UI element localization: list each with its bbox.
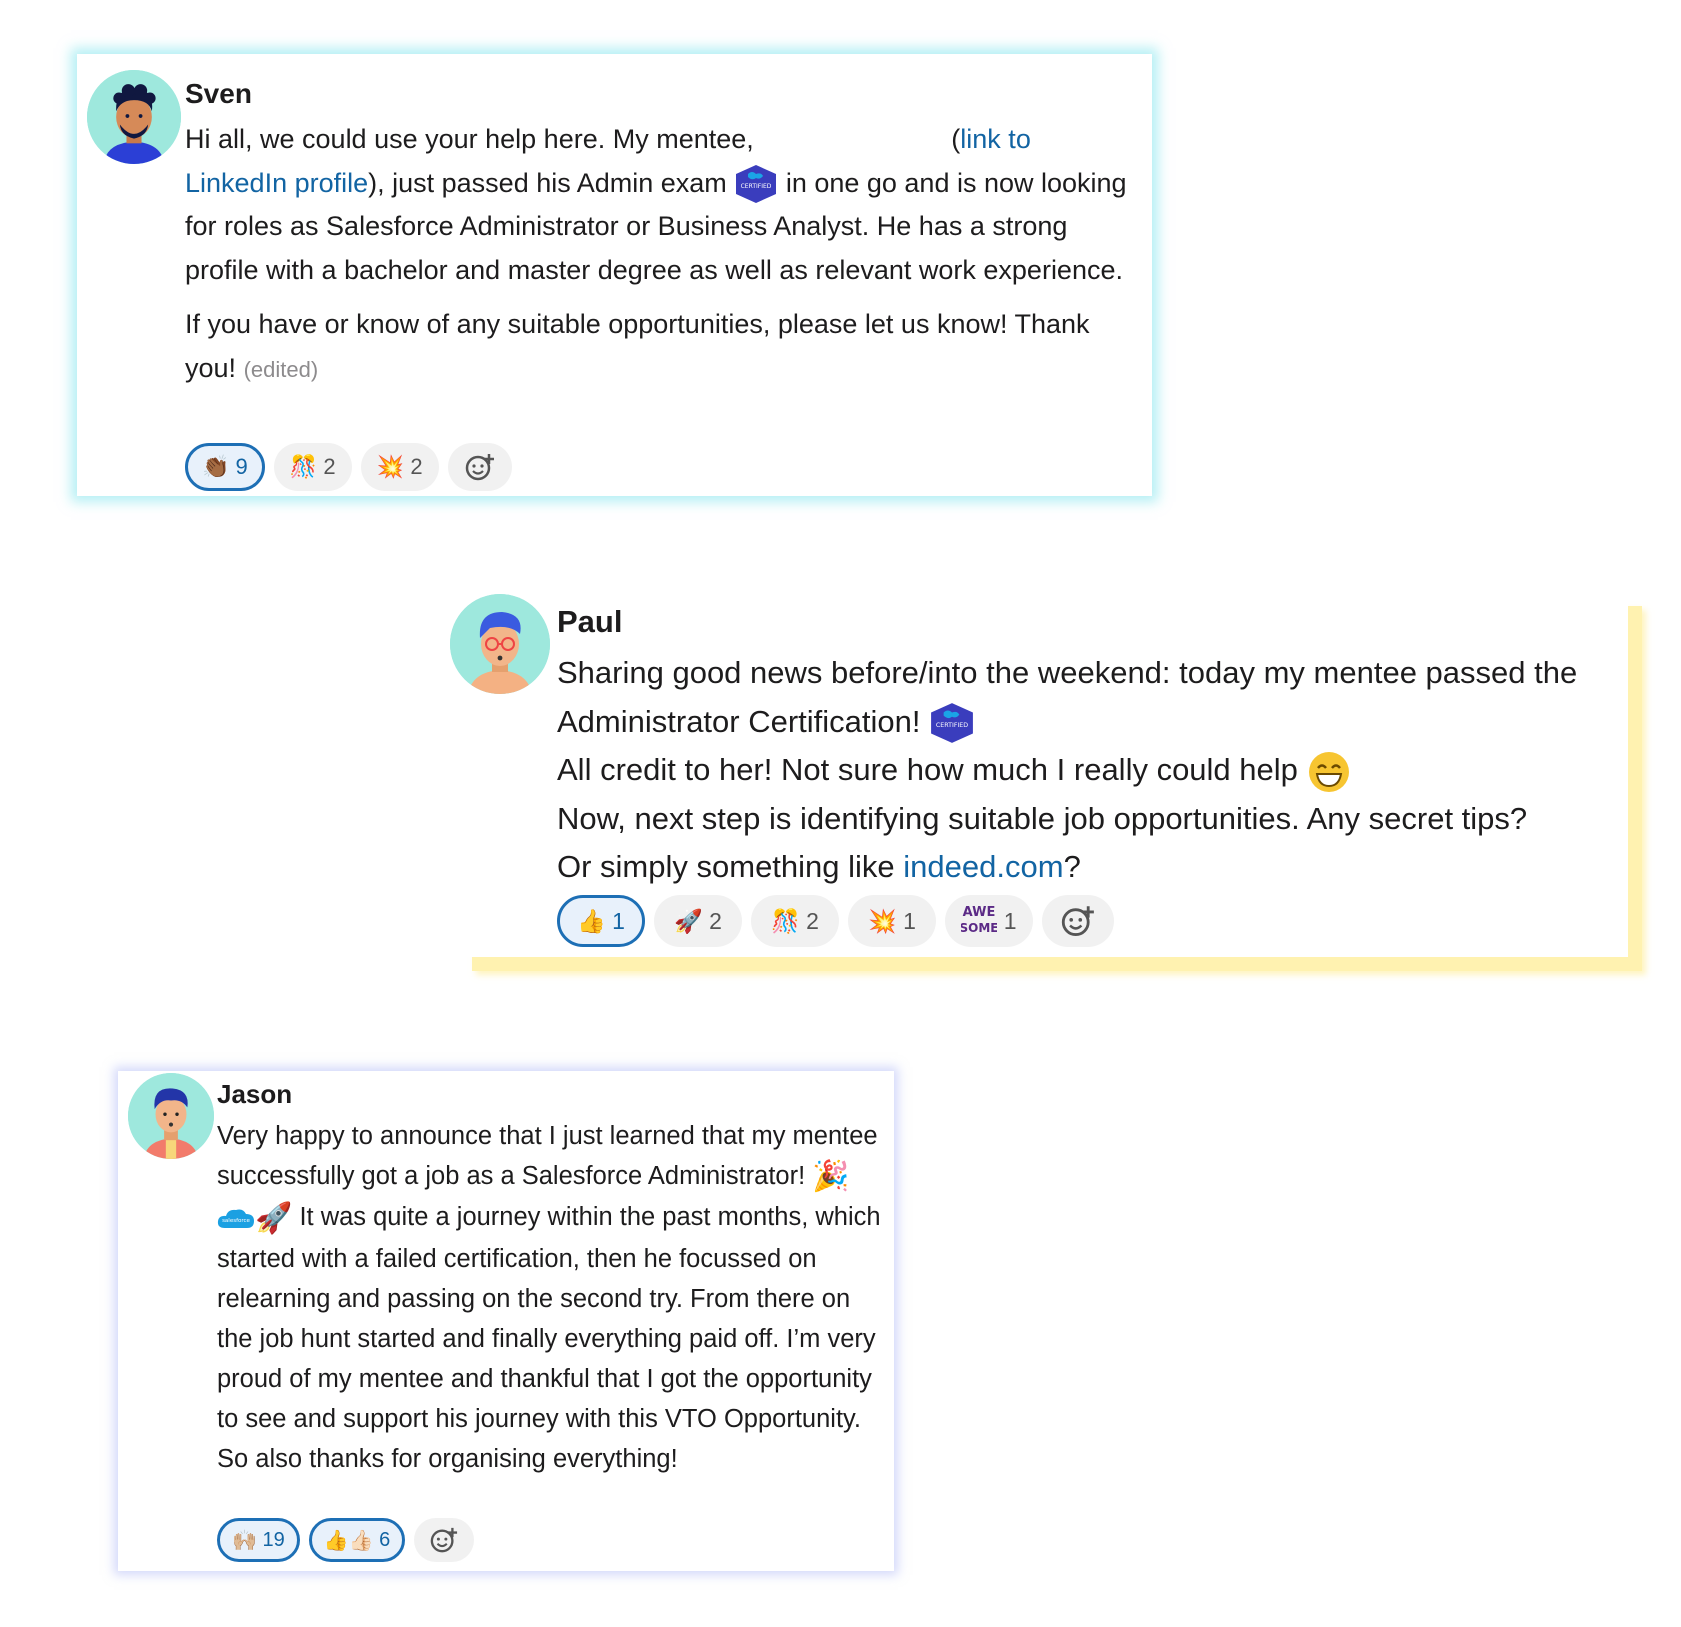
reaction-count: 6 [379, 1528, 391, 1551]
reaction-count: 1 [903, 907, 916, 934]
svg-text:SOME: SOME [961, 921, 997, 935]
message-text: All credit to her! Not sure how much I r… [557, 752, 1298, 787]
reaction-raised-hands[interactable]: 🙌🏼 19 [217, 1518, 300, 1562]
reaction-thumbs-up[interactable]: 👍 1 [557, 895, 645, 947]
message-text: , just passed his Admin exam [377, 167, 727, 198]
confetti-icon: 🎊 [771, 907, 800, 934]
indeed-link[interactable]: indeed.com [903, 849, 1063, 884]
add-emoji-icon [1061, 906, 1094, 937]
message-card-paul: Paul Sharing good news before/into the w… [450, 592, 1628, 957]
message-text: Sharing good news before/into the weeken… [557, 655, 1578, 739]
reaction-boom[interactable]: 💥 2 [360, 443, 439, 491]
reaction-count: 2 [410, 454, 423, 479]
author-name[interactable]: Sven [185, 78, 252, 110]
svg-text:CERTIFIED: CERTIFIED [936, 722, 968, 729]
reaction-count: 1 [1003, 907, 1017, 934]
message-text: Hi all, we could use your help here. My … [185, 124, 747, 154]
avatar[interactable] [450, 594, 550, 694]
message-text: Very happy to announce that I just learn… [217, 1122, 878, 1190]
reaction-thumbs-up[interactable]: 👍👍🏻 6 [308, 1518, 406, 1562]
boom-icon: 💥 [868, 907, 897, 934]
certified-admin-badge-icon: CERTIFIED [929, 701, 975, 745]
message-body: Hi all, we could use your help here. My … [185, 124, 1127, 383]
avatar-illustration [87, 70, 181, 164]
edited-label: (edited) [243, 356, 319, 382]
reaction-count: 2 [806, 907, 819, 934]
avatar-illustration [450, 594, 550, 694]
reaction-count: 19 [262, 1528, 285, 1551]
message-card-jason: Jason Very happy to announce that I just… [118, 1071, 894, 1571]
reaction-bar: 👏🏾 9 🎊 2 💥 2 [185, 443, 521, 491]
svg-text:AWE: AWE [963, 905, 996, 920]
add-reaction-button[interactable] [447, 443, 512, 491]
salesforce-cloud-icon: salesforce [217, 1206, 255, 1232]
message-text: It was quite a journey within the past m… [217, 1203, 881, 1473]
reaction-count: 1 [612, 907, 625, 934]
message-text: ? [1063, 849, 1081, 884]
add-emoji-icon [465, 454, 494, 481]
reaction-rocket[interactable]: 🚀 2 [654, 895, 742, 947]
message-body: Sharing good news before/into the weeken… [557, 649, 1627, 892]
awesome-icon: AWE SOME [960, 901, 999, 941]
message-text: If you have or know of any suitable oppo… [185, 309, 1090, 383]
add-reaction-button[interactable] [1042, 895, 1114, 947]
certified-admin-badge-icon: CERTIFIED [734, 164, 778, 204]
avatar[interactable] [128, 1073, 214, 1159]
rocket-icon: 🚀 [674, 907, 703, 934]
clap-icon: 👏🏾 [202, 454, 230, 479]
reaction-boom[interactable]: 💥 1 [848, 895, 936, 947]
avatar-illustration [128, 1073, 214, 1159]
svg-text:CERTIFIED: CERTIFIED [741, 183, 772, 190]
reaction-bar: 🙌🏼 19 👍👍🏻 6 [217, 1518, 483, 1562]
reaction-count: 9 [235, 454, 248, 479]
reaction-clap[interactable]: 👏🏾 9 [185, 443, 265, 491]
confetti-icon: 🎊 [289, 454, 318, 479]
svg-text:salesforce: salesforce [222, 1218, 250, 1224]
author-name[interactable]: Paul [557, 604, 622, 640]
grinning-face-icon [1307, 750, 1351, 794]
reaction-awesome[interactable]: AWE SOME 1 [945, 895, 1033, 947]
add-emoji-icon [430, 1527, 458, 1553]
message-text: Or simply something like [557, 849, 904, 884]
reaction-count: 2 [709, 907, 722, 934]
add-reaction-button[interactable] [414, 1518, 475, 1562]
message-text: Now, next step is identifying suitable j… [557, 800, 1528, 836]
party-popper-icon: 🎉 [812, 1160, 850, 1194]
boom-icon: 💥 [376, 454, 405, 479]
reaction-confetti[interactable]: 🎊 2 [751, 895, 839, 947]
author-name[interactable]: Jason [217, 1079, 292, 1110]
message-body: Very happy to announce that I just learn… [217, 1116, 887, 1479]
reaction-count: 2 [323, 454, 336, 479]
rocket-icon: 🚀 [255, 1201, 293, 1235]
thumbs-up-multi-icon: 👍👍🏻 [323, 1529, 374, 1552]
raised-hands-icon: 🙌🏼 [232, 1529, 257, 1552]
avatar[interactable] [87, 70, 181, 164]
reaction-confetti[interactable]: 🎊 2 [273, 443, 352, 491]
message-card-sven: Sven Hi all, we could use your help here… [77, 54, 1152, 496]
thumbs-up-icon: 👍 [577, 907, 606, 934]
reaction-bar: 👍 1 🚀 2 🎊 2 💥 1 AWE SOME 1 [557, 895, 1123, 947]
